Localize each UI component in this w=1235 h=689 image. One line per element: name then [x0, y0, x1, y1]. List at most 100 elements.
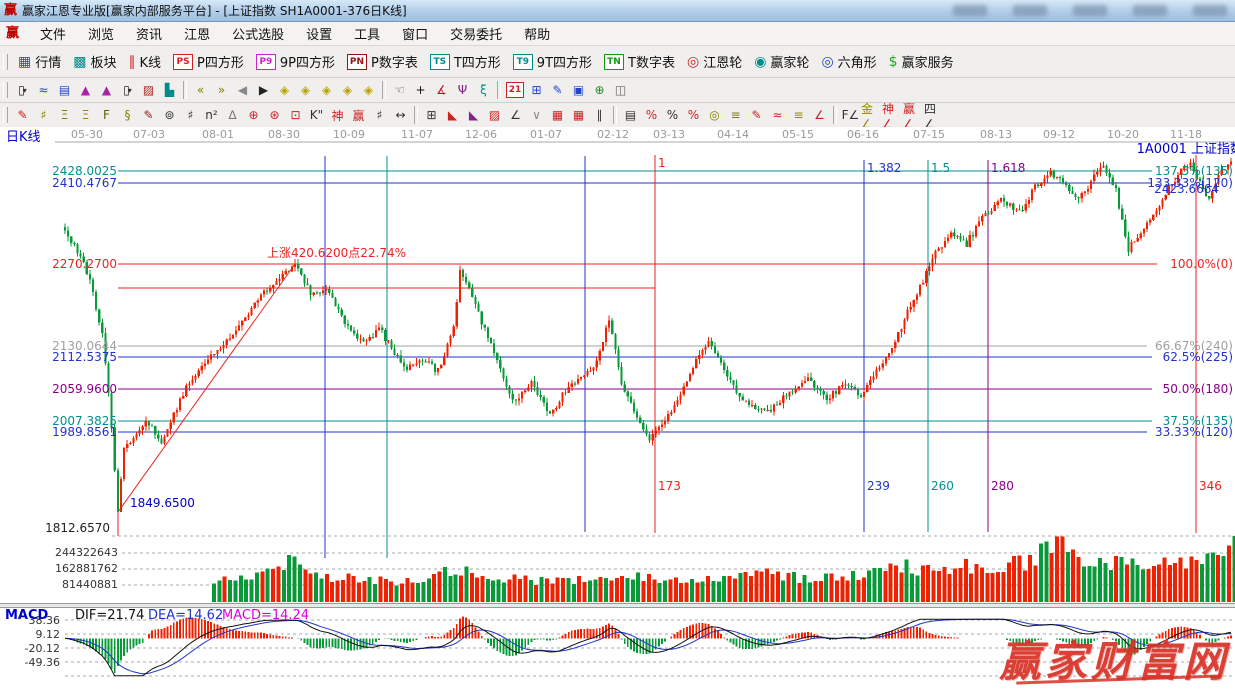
hatch2-tool[interactable]: ♯: [180, 106, 201, 125]
hexagon-button[interactable]: ◎六角形: [815, 50, 882, 73]
ying-angle-tool[interactable]: 赢∠: [903, 106, 924, 125]
gold-gate-tool[interactable]: Ξ: [54, 106, 75, 125]
measure-pen-tool[interactable]: ✎: [138, 106, 159, 125]
grid-fan-tool[interactable]: ▨: [484, 106, 505, 125]
overlay-3-icon[interactable]: ▲: [75, 81, 96, 100]
f-angle-tool[interactable]: F∠: [840, 106, 861, 125]
quotes-button[interactable]: ▦行情: [12, 50, 67, 73]
winner-wheel-button[interactable]: ◉赢家轮: [748, 50, 815, 73]
web-button[interactable]: ⊕: [589, 81, 610, 100]
kline-chart-canvas[interactable]: [0, 127, 1235, 685]
macd-hist-bar: [328, 638, 330, 647]
hatch-tool[interactable]: ♯: [33, 106, 54, 125]
winner-service-button[interactable]: $赢家服务: [883, 50, 960, 73]
candle-body: [608, 321, 610, 328]
angle-tool-button[interactable]: ∡: [431, 81, 452, 100]
info-panel-icon[interactable]: ▤: [54, 81, 75, 100]
menu-item-8[interactable]: 交易委托: [439, 22, 513, 45]
angle-a-tool[interactable]: ∆: [222, 106, 243, 125]
candle-style-dropdown[interactable]: ▯▾: [117, 81, 138, 100]
t-digit-button[interactable]: TNT数字表: [598, 50, 681, 73]
menu-item-6[interactable]: 工具: [343, 22, 391, 45]
period-style-dropdown[interactable]: ▯▾: [12, 81, 33, 100]
last-bar-button[interactable]: »: [211, 81, 232, 100]
brush-red-tool[interactable]: ✎: [746, 106, 767, 125]
zoom-right-icon[interactable]: ◈: [295, 81, 316, 100]
hand-tool-button[interactable]: ☜: [389, 81, 410, 100]
chart-region[interactable]: 05-3007-0308-0108-3010-0911-0712-0601-07…: [0, 127, 1235, 685]
gann-tools-button[interactable]: Ψ: [452, 81, 473, 100]
p9-square-button[interactable]: P99P四方形: [250, 50, 341, 73]
percent-line-tool[interactable]: %: [683, 106, 704, 125]
shen-angle-tool[interactable]: 神∠: [882, 106, 903, 125]
first-bar-button[interactable]: «: [190, 81, 211, 100]
starburst-tool[interactable]: ⊛: [264, 106, 285, 125]
zoom-in-icon[interactable]: ◈: [358, 81, 379, 100]
kline-button[interactable]: ∥K线: [123, 50, 168, 73]
f-tool[interactable]: F: [96, 106, 117, 125]
menu-item-7[interactable]: 窗口: [391, 22, 439, 45]
line-chart-icon[interactable]: ≈: [33, 81, 54, 100]
target-red-tool[interactable]: ⊕: [243, 106, 264, 125]
grid-target-tool[interactable]: ⊡: [285, 106, 306, 125]
gold-circle-tool[interactable]: ◎: [704, 106, 725, 125]
gann-wheel-button[interactable]: ◎江恩轮: [681, 50, 748, 73]
percent-table-tool[interactable]: ▤: [620, 106, 641, 125]
fan-red-tool[interactable]: ◣: [442, 106, 463, 125]
menu-item-3[interactable]: 江恩: [173, 22, 221, 45]
parallel-lines-tool[interactable]: ∥: [589, 106, 610, 125]
zoom-out-icon[interactable]: ◈: [337, 81, 358, 100]
next-bar-button[interactable]: ▶: [253, 81, 274, 100]
menu-item-0[interactable]: 文件: [29, 22, 77, 45]
prev-bar-button[interactable]: ◀: [232, 81, 253, 100]
j-angle-tool[interactable]: ∠: [809, 106, 830, 125]
zoom-h-icon[interactable]: ◈: [316, 81, 337, 100]
t9-square-button[interactable]: T99T四方形: [507, 50, 598, 73]
menu-item-9[interactable]: 帮助: [513, 22, 561, 45]
menu-item-2[interactable]: 资讯: [125, 22, 173, 45]
shen-tool[interactable]: 神: [327, 106, 348, 125]
macd-hist-bar: [521, 638, 523, 650]
pattern-icon[interactable]: ▨: [138, 81, 159, 100]
profile-icon[interactable]: ▙: [159, 81, 180, 100]
remote-pc-button[interactable]: ◫: [610, 81, 631, 100]
n-square-tool[interactable]: n²: [201, 106, 222, 125]
wave-tool[interactable]: ∨: [526, 106, 547, 125]
sectors-button[interactable]: ▩板块: [67, 50, 122, 73]
brush-tool[interactable]: ✎: [12, 106, 33, 125]
save-button[interactable]: ▣: [568, 81, 589, 100]
menu-item-4[interactable]: 公式选股: [221, 22, 295, 45]
k-quote-tool[interactable]: K": [306, 106, 327, 125]
crosshair-tool-button[interactable]: +: [410, 81, 431, 100]
fan-purple-tool[interactable]: ◣: [463, 106, 484, 125]
ying-tool[interactable]: 赢: [348, 106, 369, 125]
volume-scale-label: 81440881: [62, 579, 118, 590]
grid-123-tool[interactable]: ♯: [369, 106, 390, 125]
t-square-button[interactable]: TST四方形: [424, 50, 507, 73]
zoom-left-icon[interactable]: ◈: [274, 81, 295, 100]
menu-item-5[interactable]: 设置: [295, 22, 343, 45]
angle-lines-tool[interactable]: ∠: [505, 106, 526, 125]
compass-tool[interactable]: ⊚: [159, 106, 180, 125]
overlay-9-icon[interactable]: ▲: [96, 81, 117, 100]
menu-item-1[interactable]: 浏览: [77, 22, 125, 45]
wave-red-tool[interactable]: ≈: [767, 106, 788, 125]
calculator-button[interactable]: ⊞: [526, 81, 547, 100]
gold-square-tool[interactable]: Ξ: [75, 106, 96, 125]
mind-tool-button[interactable]: ξ: [473, 81, 494, 100]
gold-lines-tool[interactable]: ≡: [725, 106, 746, 125]
spiral-tool[interactable]: §: [117, 106, 138, 125]
percent-slope-tool[interactable]: %: [641, 106, 662, 125]
gold-angle-tool[interactable]: 金∠: [861, 106, 882, 125]
four-angle-tool[interactable]: 四∠: [924, 106, 945, 125]
p-digit-button[interactable]: PNP数字表: [341, 50, 424, 73]
grid-red-tool[interactable]: ▦: [547, 106, 568, 125]
calendar-button[interactable]: 21: [506, 82, 524, 98]
notes-button[interactable]: ✎: [547, 81, 568, 100]
frame-tool[interactable]: ⊞: [421, 106, 442, 125]
grid-red2-tool[interactable]: ▦: [568, 106, 589, 125]
gold-level-tool[interactable]: ≡: [788, 106, 809, 125]
p-square-button[interactable]: PSP四方形: [167, 50, 250, 73]
width-tool[interactable]: ↔: [390, 106, 411, 125]
percent-tool[interactable]: %: [662, 106, 683, 125]
